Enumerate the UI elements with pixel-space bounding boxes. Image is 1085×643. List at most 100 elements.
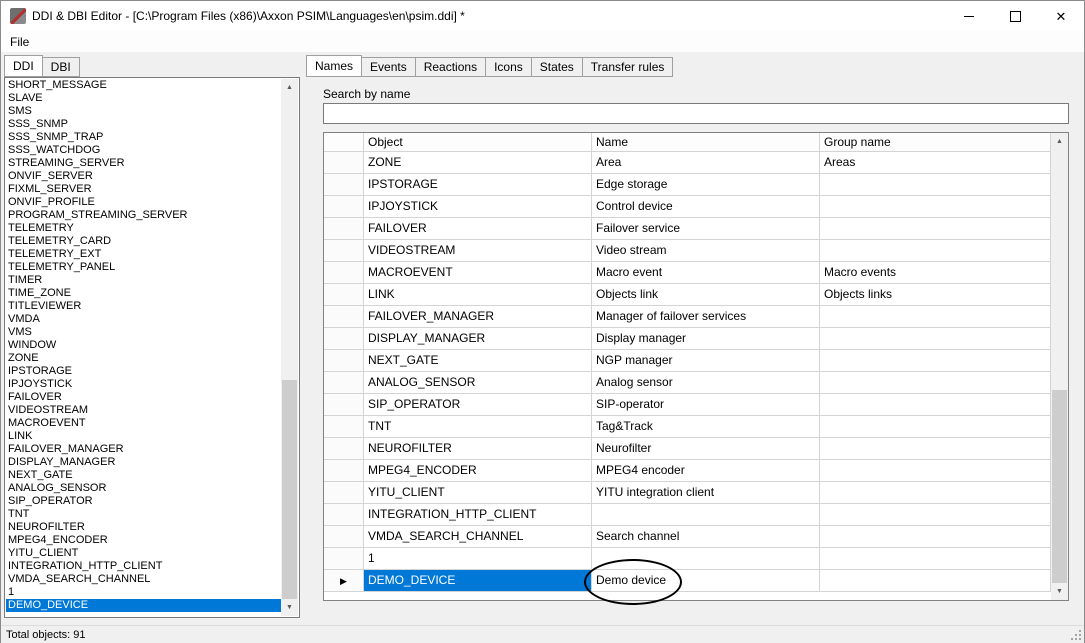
cell-object[interactable]: NEUROFILTER — [364, 438, 592, 460]
cell-group-name[interactable] — [820, 218, 1051, 240]
row-header-cell[interactable] — [324, 416, 364, 438]
table-row[interactable]: NEXT_GATENGP manager — [324, 350, 1051, 372]
cell-name[interactable]: Area — [592, 152, 820, 174]
cell-name[interactable]: Demo device — [592, 570, 820, 592]
table-row[interactable]: TNTTag&Track — [324, 416, 1051, 438]
table-row[interactable]: 1 — [324, 548, 1051, 570]
cell-group-name[interactable]: Macro events — [820, 262, 1051, 284]
table-row[interactable]: NEUROFILTERNeurofilter — [324, 438, 1051, 460]
cell-group-name[interactable] — [820, 526, 1051, 548]
table-row[interactable]: FAILOVER_MANAGERManager of failover serv… — [324, 306, 1051, 328]
list-item[interactable]: VMDA_SEARCH_CHANNEL — [6, 573, 281, 586]
list-item[interactable]: STREAMING_SERVER — [6, 157, 281, 170]
cell-object[interactable]: 1 — [364, 548, 592, 570]
row-header-cell[interactable] — [324, 394, 364, 416]
list-item[interactable]: FIXML_SERVER — [6, 183, 281, 196]
cell-group-name[interactable] — [820, 416, 1051, 438]
cell-object[interactable]: LINK — [364, 284, 592, 306]
list-item[interactable]: WINDOW — [6, 339, 281, 352]
row-header-cell[interactable] — [324, 174, 364, 196]
cell-group-name[interactable]: Areas — [820, 152, 1051, 174]
list-item[interactable]: PROGRAM_STREAMING_SERVER — [6, 209, 281, 222]
list-item[interactable]: FAILOVER_MANAGER — [6, 443, 281, 456]
cell-group-name[interactable]: Objects links — [820, 284, 1051, 306]
cell-object[interactable]: YITU_CLIENT — [364, 482, 592, 504]
list-item[interactable]: SLAVE — [6, 92, 281, 105]
list-item[interactable]: ONVIF_PROFILE — [6, 196, 281, 209]
cell-object[interactable]: NEXT_GATE — [364, 350, 592, 372]
cell-object[interactable]: IPJOYSTICK — [364, 196, 592, 218]
cell-object[interactable]: TNT — [364, 416, 592, 438]
row-header-cell[interactable] — [324, 438, 364, 460]
close-button[interactable]: ✕ — [1038, 1, 1084, 31]
row-header-cell[interactable] — [324, 284, 364, 306]
list-item[interactable]: SIP_OPERATOR — [6, 495, 281, 508]
row-header-cell[interactable] — [324, 460, 364, 482]
table-row[interactable]: VIDEOSTREAMVideo stream — [324, 240, 1051, 262]
list-item[interactable]: FAILOVER — [6, 391, 281, 404]
tab-icons[interactable]: Icons — [485, 57, 532, 77]
resize-grip[interactable] — [1069, 628, 1081, 640]
tab-dbi[interactable]: DBI — [42, 57, 80, 77]
cell-group-name[interactable] — [820, 372, 1051, 394]
row-header-cell[interactable] — [324, 482, 364, 504]
row-header-cell[interactable] — [324, 526, 364, 548]
scroll-down-icon[interactable]: ▼ — [281, 599, 298, 616]
tab-reactions[interactable]: Reactions — [415, 57, 486, 77]
table-row[interactable]: MPEG4_ENCODERMPEG4 encoder — [324, 460, 1051, 482]
cell-group-name[interactable] — [820, 328, 1051, 350]
list-item[interactable]: SSS_SNMP_TRAP — [6, 131, 281, 144]
cell-group-name[interactable] — [820, 350, 1051, 372]
row-header-cell[interactable] — [324, 306, 364, 328]
cell-object[interactable]: ZONE — [364, 152, 592, 174]
maximize-button[interactable] — [992, 1, 1038, 31]
list-item[interactable]: LINK — [6, 430, 281, 443]
cell-object[interactable]: MACROEVENT — [364, 262, 592, 284]
scroll-up-icon[interactable]: ▲ — [281, 79, 298, 96]
cell-name[interactable] — [592, 504, 820, 526]
row-header-cell[interactable] — [324, 240, 364, 262]
row-header-cell[interactable] — [324, 504, 364, 526]
table-corner-cell[interactable] — [324, 133, 364, 152]
table-row[interactable]: YITU_CLIENTYITU integration client — [324, 482, 1051, 504]
cell-name[interactable]: Macro event — [592, 262, 820, 284]
cell-group-name[interactable] — [820, 394, 1051, 416]
cell-name[interactable]: Objects link — [592, 284, 820, 306]
cell-name[interactable]: Neurofilter — [592, 438, 820, 460]
cell-object[interactable]: DEMO_DEVICE — [364, 570, 592, 592]
cell-name[interactable]: Control device — [592, 196, 820, 218]
cell-name[interactable]: Failover service — [592, 218, 820, 240]
row-header-cell[interactable] — [324, 218, 364, 240]
list-item[interactable]: VMDA — [6, 313, 281, 326]
scroll-up-icon[interactable]: ▲ — [1051, 133, 1068, 150]
row-header-cell[interactable] — [324, 548, 364, 570]
list-item[interactable]: VMS — [6, 326, 281, 339]
list-scrollbar[interactable]: ▲ ▼ — [281, 79, 298, 616]
cell-name[interactable]: Search channel — [592, 526, 820, 548]
cell-object[interactable]: DISPLAY_MANAGER — [364, 328, 592, 350]
table-row[interactable]: MACROEVENTMacro eventMacro events — [324, 262, 1051, 284]
cell-name[interactable]: Video stream — [592, 240, 820, 262]
table-row[interactable]: ANALOG_SENSORAnalog sensor — [324, 372, 1051, 394]
list-item[interactable]: MPEG4_ENCODER — [6, 534, 281, 547]
table-scrollbar-thumb[interactable] — [1052, 390, 1067, 583]
list-item[interactable]: ZONE — [6, 352, 281, 365]
scroll-down-icon[interactable]: ▼ — [1051, 583, 1068, 600]
cell-group-name[interactable] — [820, 438, 1051, 460]
list-item[interactable]: TELEMETRY_PANEL — [6, 261, 281, 274]
cell-name[interactable]: SIP-operator — [592, 394, 820, 416]
cell-name[interactable]: MPEG4 encoder — [592, 460, 820, 482]
column-header-name[interactable]: Name — [592, 133, 820, 152]
cell-object[interactable]: VMDA_SEARCH_CHANNEL — [364, 526, 592, 548]
cell-object[interactable]: FAILOVER_MANAGER — [364, 306, 592, 328]
tab-ddi[interactable]: DDI — [4, 55, 43, 77]
cell-name[interactable]: Edge storage — [592, 174, 820, 196]
cell-group-name[interactable] — [820, 570, 1051, 592]
cell-object[interactable]: FAILOVER — [364, 218, 592, 240]
list-item[interactable]: ONVIF_SERVER — [6, 170, 281, 183]
table-row[interactable]: ▶DEMO_DEVICEDemo device — [324, 570, 1051, 592]
list-item[interactable]: ANALOG_SENSOR — [6, 482, 281, 495]
cell-group-name[interactable] — [820, 460, 1051, 482]
cell-group-name[interactable] — [820, 482, 1051, 504]
list-item[interactable]: DISPLAY_MANAGER — [6, 456, 281, 469]
